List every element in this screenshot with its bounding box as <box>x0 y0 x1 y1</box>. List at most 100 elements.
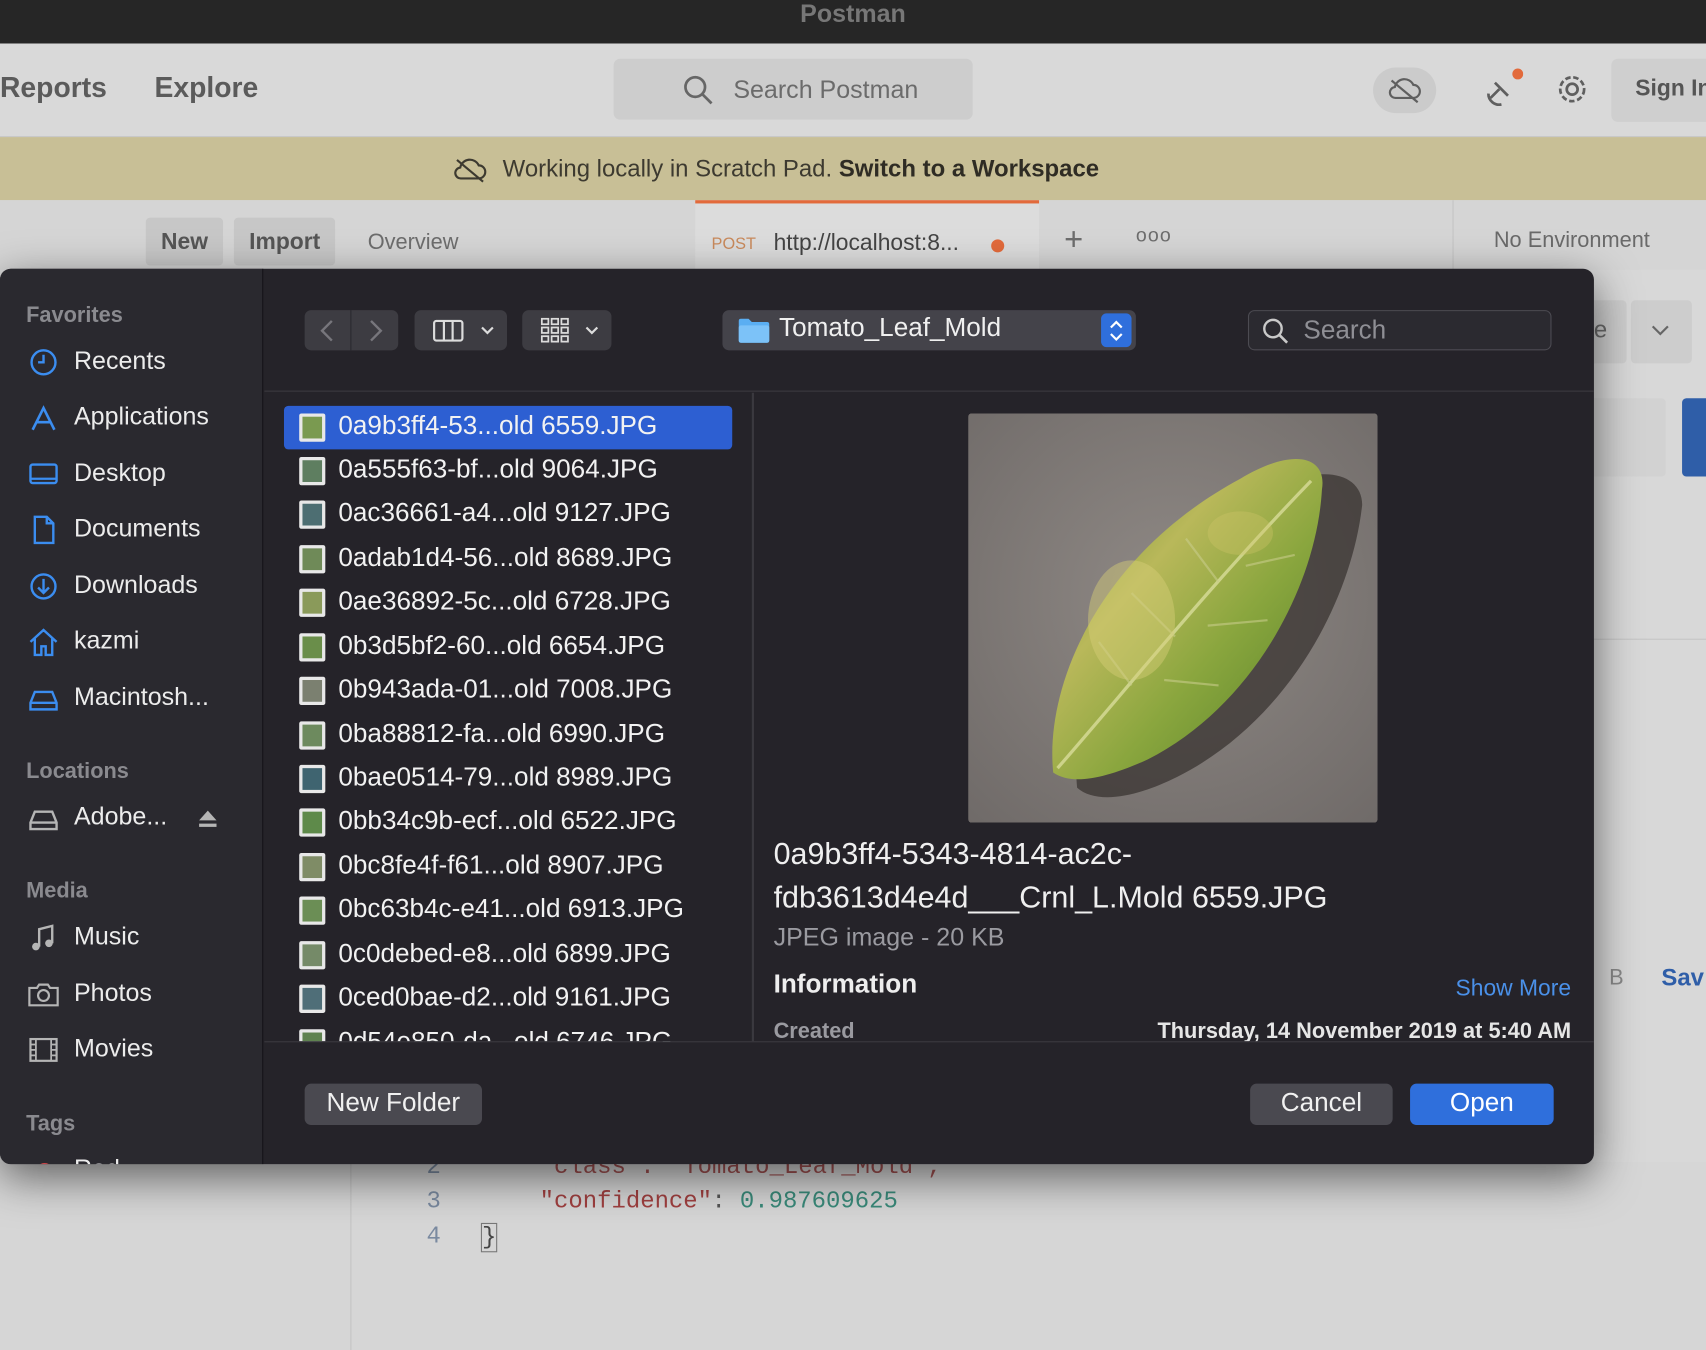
file-name: 0ac36661-a4...old 9127.JPG <box>338 498 671 528</box>
environment-selector[interactable]: No Environment <box>1494 228 1650 253</box>
forward-icon[interactable] <box>366 319 386 343</box>
code-value: 0.987609625 <box>739 1188 898 1216</box>
file-row[interactable]: 0bae0514-79...old 8989.JPG <box>284 757 732 801</box>
line-number: 4 <box>426 1222 441 1251</box>
code-colon: : <box>711 1188 726 1216</box>
import-button[interactable]: Import <box>233 217 336 266</box>
dialog-footer: New Folder Cancel Open <box>264 1041 1594 1164</box>
leaf-image-preview <box>968 413 1378 823</box>
partial-chevron-box[interactable] <box>1630 300 1692 364</box>
show-more-link[interactable]: Show More <box>1456 976 1572 1002</box>
sidebar-item-downloads[interactable]: Downloads <box>26 566 259 605</box>
file-row[interactable]: 0bc63b4c-e41...old 6913.JPG <box>284 889 732 933</box>
file-row[interactable]: 0bc8fe4f-f61...old 8907.JPG <box>284 845 732 889</box>
drive-icon <box>29 810 58 831</box>
image-thumbnail-icon <box>299 721 326 750</box>
more-tabs-icon[interactable]: ooo <box>1136 224 1172 247</box>
sidebar-item-label: Photos <box>73 978 152 1007</box>
cancel-button[interactable]: Cancel <box>1250 1083 1393 1126</box>
sync-status-button[interactable] <box>1373 67 1437 114</box>
file-name: 0ced0bae-d2...old 9161.JPG <box>338 982 671 1012</box>
file-name: 0bb34c9b-ecf...old 6522.JPG <box>338 806 677 836</box>
up-down-chevron-icon <box>1110 320 1123 341</box>
sidebar-item-tag-red[interactable]: Red <box>26 1150 259 1165</box>
current-folder-name: Tomato_Leaf_Mold <box>779 313 1002 343</box>
request-method: POST <box>711 235 756 254</box>
sidebar-item-adobe[interactable]: Adobe... <box>26 798 259 837</box>
file-row[interactable]: 0ac36661-a4...old 9127.JPG <box>284 493 732 537</box>
switch-workspace-link[interactable]: Switch to a Workspace <box>839 154 1099 181</box>
file-name: 0ae36892-5c...old 6728.JPG <box>338 586 671 616</box>
gear-icon[interactable] <box>1554 71 1591 108</box>
file-name: 0d54e850-da...old 6746.JPG <box>338 1027 672 1041</box>
partial-input <box>1593 398 1666 477</box>
grid-icon <box>540 317 569 343</box>
add-tab-icon[interactable]: + <box>1064 222 1083 259</box>
tags-heading: Tags <box>26 1111 76 1136</box>
banner-message: Working locally in Scratch Pad. <box>502 154 833 182</box>
created-label: Created <box>773 1019 855 1042</box>
file-row[interactable]: 0adab1d4-56...old 8689.JPG <box>284 537 732 581</box>
file-name: 0adab1d4-56...old 8689.JPG <box>338 542 673 573</box>
right-panel-fragment: e B Sav <box>1593 269 1706 1162</box>
postman-header: Reports Explore Search Postman Sign In <box>0 43 1706 138</box>
created-value: Thursday, 14 November 2019 at 5:40 AM <box>1157 1019 1572 1042</box>
file-row[interactable]: 0c0debed-e8...old 6899.JPG <box>284 934 732 978</box>
sidebar-item-macintosh[interactable]: Macintosh... <box>26 678 259 717</box>
sign-in-button[interactable]: Sign In <box>1611 58 1706 122</box>
file-row[interactable]: 0d54e850-da...old 6746.JPG <box>284 1022 732 1042</box>
file-row[interactable]: 0bb34c9b-ecf...old 6522.JPG <box>284 801 732 845</box>
desktop-icon <box>29 463 58 485</box>
sidebar-item-applications[interactable]: Applications <box>26 397 259 436</box>
save-response-partial[interactable]: Sav <box>1661 964 1704 992</box>
dialog-sidebar: Favorites Recents Applications Desktop D… <box>0 268 264 1165</box>
file-row[interactable]: 0ced0bae-d2...old 9161.JPG <box>284 977 732 1021</box>
file-name: 0b3d5bf2-60...old 6654.JPG <box>338 631 666 661</box>
sidebar-item-photos[interactable]: Photos <box>26 974 259 1013</box>
sidebar-item-kazmi[interactable]: kazmi <box>26 621 259 660</box>
satellite-icon[interactable] <box>1484 67 1524 107</box>
image-thumbnail-icon <box>299 853 326 882</box>
open-button[interactable]: Open <box>1410 1083 1554 1126</box>
sidebar-item-music[interactable]: Music <box>26 917 259 956</box>
home-icon <box>29 628 58 657</box>
image-thumbnail-icon <box>299 633 326 662</box>
postman-search-box[interactable]: Search Postman <box>613 58 973 120</box>
back-icon[interactable] <box>318 319 338 343</box>
sidebar-item-recents[interactable]: Recents <box>26 342 259 381</box>
sidebar-item-label: Documents <box>73 513 201 542</box>
eject-icon[interactable] <box>196 806 220 830</box>
partial-send-button[interactable] <box>1682 398 1706 477</box>
file-row[interactable]: 0b943ada-01...old 7008.JPG <box>284 669 732 713</box>
partial-dropdown[interactable]: e <box>1593 300 1627 364</box>
file-row[interactable]: 0ba88812-fa...old 6990.JPG <box>284 714 732 758</box>
new-folder-button[interactable]: New Folder <box>304 1083 482 1126</box>
image-thumbnail-icon <box>299 413 326 442</box>
sidebar-item-desktop[interactable]: Desktop <box>26 454 259 493</box>
sidebar-item-documents[interactable]: Documents <box>26 509 259 548</box>
sidebar-item-label: Adobe... <box>73 801 168 831</box>
preview-filename-line2: fdb3613d4e4d___Crnl_L.Mold 6559.JPG <box>773 880 1328 914</box>
folder-stepper[interactable] <box>1101 313 1132 348</box>
applications-icon <box>31 405 56 431</box>
tab-request[interactable]: POST http://localhost:8... <box>695 200 1040 270</box>
new-button[interactable]: New <box>145 217 224 266</box>
sidebar-item-movies[interactable]: Movies <box>26 1029 259 1068</box>
file-row[interactable]: 0a555f63-bf...old 9064.JPG <box>284 449 732 493</box>
folder-path-popup[interactable]: Tomato_Leaf_Mold <box>722 310 1136 351</box>
file-row[interactable]: 0a9b3ff4-53...old 6559.JPG <box>283 405 733 450</box>
dialog-search-field[interactable]: Search <box>1247 310 1552 351</box>
preview-information-heading: Information <box>773 969 918 999</box>
file-row[interactable]: 0b3d5bf2-60...old 6654.JPG <box>284 626 732 670</box>
nav-explore[interactable]: Explore <box>154 71 258 105</box>
view-mode-button[interactable] <box>414 310 508 351</box>
sidebar-item-label: Red <box>74 1154 120 1164</box>
sidebar-item-label: Macintosh... <box>73 682 209 711</box>
file-name: 0bc63b4c-e41...old 6913.JPG <box>338 894 684 924</box>
tab-overview[interactable]: Overview <box>368 231 459 256</box>
file-row[interactable]: 0ae36892-5c...old 6728.JPG <box>284 581 732 625</box>
nav-reports[interactable]: Reports <box>0 71 107 105</box>
search-icon <box>684 75 713 105</box>
group-by-button[interactable] <box>522 310 612 351</box>
request-url: http://localhost:8... <box>773 230 960 256</box>
